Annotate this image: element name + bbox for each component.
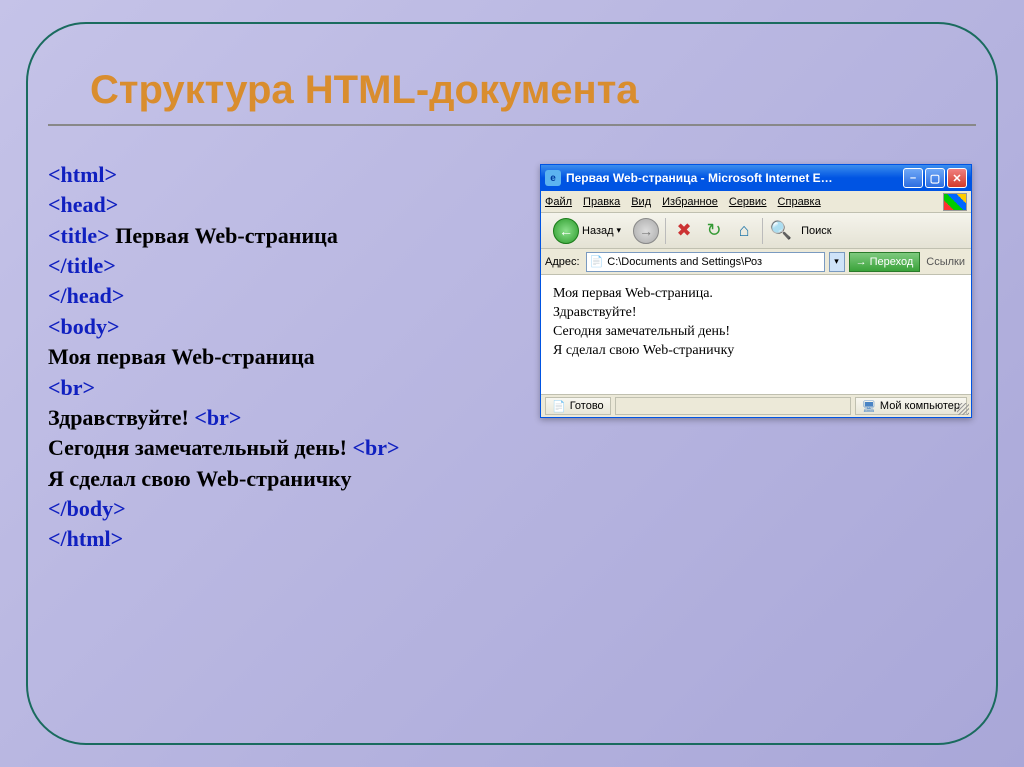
stop-icon[interactable]: ✖ — [672, 219, 696, 243]
code-text: Здравствуйте! — [48, 405, 194, 430]
menu-view[interactable]: Вид — [631, 196, 651, 208]
address-input[interactable]: 📄 C:\Documents and Settings\Роз — [586, 252, 825, 272]
chevron-down-icon: ▾ — [617, 225, 622, 236]
menu-file[interactable]: Файл — [545, 196, 572, 208]
back-label: Назад — [582, 225, 614, 237]
window-title: Первая Web-страница - Microsoft Internet… — [566, 171, 901, 185]
page-line: Сегодня замечательный день! — [553, 323, 959, 342]
toolbar-separator — [762, 218, 763, 244]
code-line: <br> — [194, 405, 241, 430]
home-icon[interactable]: ⌂ — [732, 219, 756, 243]
navigation-toolbar: ← Назад ▾ → ✖ ↻ ⌂ 🔍 Поиск — [541, 213, 971, 249]
go-button[interactable]: → Переход — [849, 252, 921, 272]
resize-grip[interactable] — [957, 403, 969, 415]
page-icon: 📄 — [590, 255, 604, 268]
windows-flag-icon — [943, 193, 967, 211]
page-content: Моя первая Web-страница. Здравствуйте! С… — [541, 275, 971, 395]
minimize-button[interactable]: – — [903, 168, 923, 188]
page-line: Здравствуйте! — [553, 304, 959, 323]
status-done-label: Готово — [570, 400, 604, 412]
back-button[interactable]: ← Назад ▾ — [547, 216, 627, 246]
status-zone-label: Мой компьютер — [880, 400, 960, 412]
code-line: </html> — [48, 526, 123, 551]
slide-title: Структура HTML-документа — [90, 68, 639, 113]
back-arrow-icon: ← — [553, 218, 579, 244]
page-line: Моя первая Web-страница. — [553, 285, 959, 304]
code-text: Я сделал свою Web-страничку — [48, 466, 352, 491]
close-button[interactable]: ✕ — [947, 168, 967, 188]
menu-help[interactable]: Справка — [778, 196, 821, 208]
status-done: 📄 Готово — [545, 397, 611, 415]
code-text: Моя первая Web-страница — [48, 344, 315, 369]
address-value: C:\Documents and Settings\Роз — [607, 256, 762, 268]
forward-button[interactable]: → — [633, 218, 659, 244]
status-spacer — [615, 397, 851, 415]
go-arrow-icon: → — [856, 256, 867, 268]
code-line: <body> — [48, 314, 120, 339]
menu-favorites[interactable]: Избранное — [662, 196, 718, 208]
maximize-button[interactable]: ▢ — [925, 168, 945, 188]
go-label: Переход — [870, 256, 914, 268]
page-line: Я сделал свою Web-страничку — [553, 342, 959, 361]
window-titlebar[interactable]: e Первая Web-страница - Microsoft Intern… — [541, 165, 971, 191]
address-label: Адрес: — [545, 256, 580, 268]
toolbar-separator — [665, 218, 666, 244]
menu-edit[interactable]: Правка — [583, 196, 620, 208]
links-label[interactable]: Ссылки — [926, 256, 965, 268]
title-underline — [48, 124, 976, 126]
code-line: </title> — [48, 253, 116, 278]
search-label[interactable]: Поиск — [801, 225, 831, 237]
code-line: <br> — [352, 435, 399, 460]
code-line: <html> — [48, 162, 117, 187]
done-icon: 📄 — [552, 400, 566, 413]
menu-bar: Файл Правка Вид Избранное Сервис Справка — [541, 191, 971, 213]
code-text: Первая Web-страница — [110, 223, 338, 248]
code-text: Сегодня замечательный день! — [48, 435, 352, 460]
address-bar: Адрес: 📄 C:\Documents and Settings\Роз ▾… — [541, 249, 971, 275]
status-zone: 🖥 Мой компьютер — [855, 397, 967, 415]
code-line: </body> — [48, 496, 126, 521]
address-dropdown[interactable]: ▾ — [829, 252, 845, 272]
status-bar: 📄 Готово 🖥 Мой компьютер — [541, 395, 971, 417]
code-line: <title> — [48, 223, 110, 248]
ie-icon: e — [545, 170, 561, 186]
code-line: <head> — [48, 192, 118, 217]
search-icon[interactable]: 🔍 — [769, 219, 793, 243]
code-line: <br> — [48, 375, 95, 400]
browser-window: e Первая Web-страница - Microsoft Intern… — [540, 164, 972, 418]
menu-tools[interactable]: Сервис — [729, 196, 767, 208]
html-code-example: <html> <head> <title> Первая Web-страниц… — [48, 160, 518, 555]
code-line: </head> — [48, 283, 124, 308]
computer-icon: 🖥 — [862, 400, 876, 413]
refresh-icon[interactable]: ↻ — [702, 219, 726, 243]
